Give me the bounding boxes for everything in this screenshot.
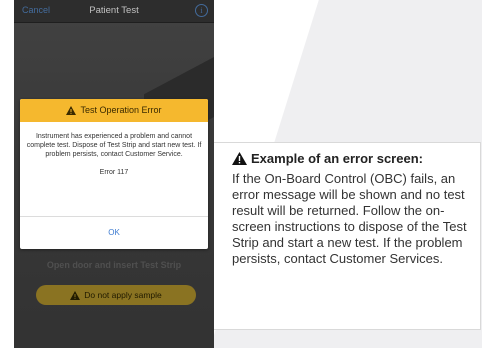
dialog-title: Test Operation Error [80, 105, 162, 115]
callout-heading-text: Example of an error screen: [251, 151, 423, 166]
error-dialog: Test Operation Error Instrument has expe… [20, 99, 208, 249]
callout-heading: Example of an error screen: [232, 151, 423, 166]
phone-screen: Cancel Patient Test i Open door and inse… [14, 0, 214, 348]
dialog-message: Instrument has experienced a problem and… [26, 133, 202, 158]
ok-button[interactable]: OK [20, 217, 208, 249]
warning-icon [232, 152, 247, 165]
callout-body: If the On-Board Control (OBC) fails, an … [232, 171, 467, 266]
explanation-callout: Example of an error screen: If the On-Bo… [214, 142, 481, 330]
dialog-header: Test Operation Error [20, 99, 208, 122]
error-code: Error 117 [99, 169, 129, 176]
warning-icon [66, 106, 77, 116]
